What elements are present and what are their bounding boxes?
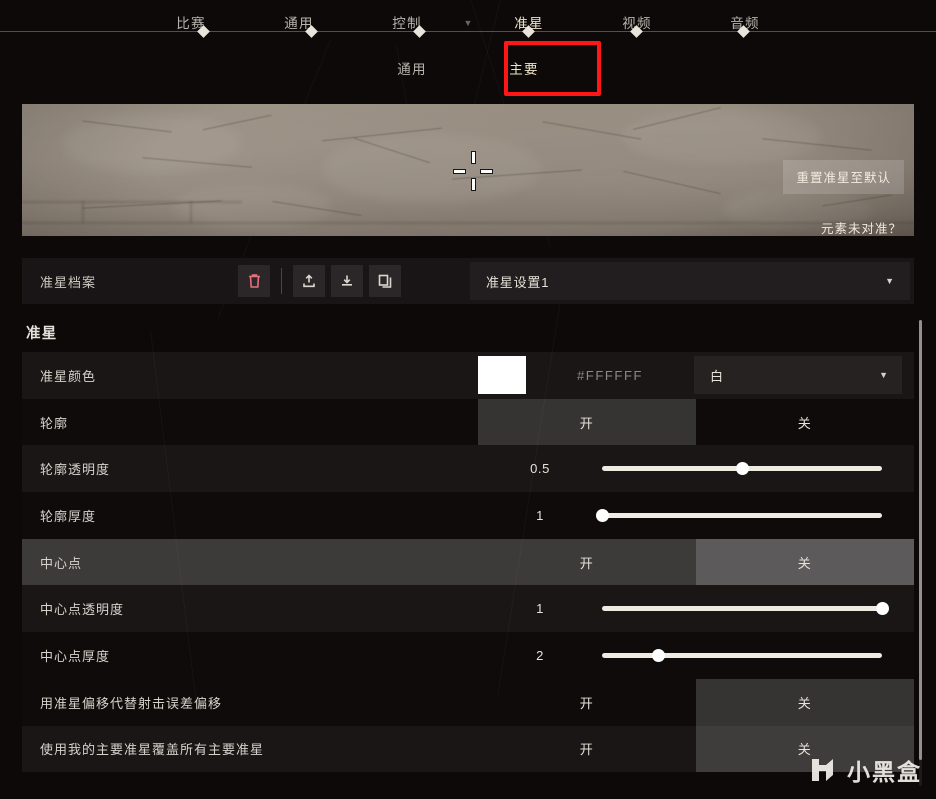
slider-knob-outline-opacity[interactable]	[735, 462, 749, 476]
slider-wrap-center-dot-thickness: 2	[478, 632, 914, 679]
row-control-outline-opacity: 0.5	[478, 445, 914, 492]
settings-row-list: 准星颜色 #FFFFFF 白 ▼ 轮廓开关轮廓透明度 0.5 轮廓厚度 1 中心点开关中心点透明…	[22, 352, 914, 773]
main-tab-match[interactable]: 比赛	[137, 8, 245, 32]
color-preset-value: 白	[710, 368, 724, 384]
download-icon	[342, 275, 352, 286]
delete-profile-button[interactable]	[238, 265, 270, 297]
slider-wrap-outline-thickness: 1	[478, 492, 914, 539]
section-title: 准星	[26, 326, 58, 342]
elements-misaligned-link[interactable]: 元素未对准？	[821, 218, 902, 236]
settings-row-outline-thickness: 轮廓厚度 1	[22, 492, 914, 539]
slider-outline-opacity[interactable]	[602, 459, 882, 479]
export-profile-button[interactable]	[331, 265, 363, 297]
toggle-on-override-firing-error-offset[interactable]: 开	[478, 679, 696, 726]
trash-icon	[248, 274, 260, 288]
crosshair-profile-select[interactable]: 准星设置1 ▼	[470, 262, 910, 300]
row-label-outlines: 轮廓	[40, 415, 69, 431]
row-label-center-dot: 中心点	[40, 555, 83, 571]
crosshair-profile-bar: 准星档案 准星设置1 ▼	[22, 258, 914, 304]
slider-track-outline-thickness	[602, 512, 882, 518]
copy-icon	[378, 274, 392, 288]
settings-row-override-all-primary-crosshairs: 使用我的主要准星覆盖所有主要准星开关	[22, 725, 914, 773]
toggle-outlines: 开关	[478, 398, 914, 446]
chevron-down-icon: ▼	[463, 18, 473, 28]
action-divider	[281, 268, 282, 294]
row-control-outline-thickness: 1	[478, 492, 914, 539]
slider-value-outline-opacity: 0.5	[530, 461, 550, 477]
slider-value-center-dot-thickness: 2	[536, 647, 544, 663]
watermark: 小黑盒	[806, 753, 922, 787]
chevron-down-icon: ▼	[885, 276, 894, 286]
slider-value-center-dot-opacity: 1	[536, 601, 544, 617]
valorant-settings-screen: 比赛 通用 控制 ▼ 准星 视频 音频 通用 主要 重置准星至默认 元素未对准？…	[0, 0, 936, 799]
slider-wrap-outline-opacity: 0.5	[478, 445, 914, 492]
row-label-override-firing-error-offset: 用准星偏移代替射击误差偏移	[40, 695, 223, 711]
slider-outline-thickness[interactable]	[595, 505, 882, 525]
duplicate-profile-button[interactable]	[369, 265, 401, 297]
crosshair-profile-selected-value: 准星设置1	[486, 274, 550, 290]
color-preset-select[interactable]: 白 ▼	[694, 356, 902, 395]
toggle-override-firing-error-offset: 开关	[478, 678, 914, 726]
slider-center-dot-opacity[interactable]	[602, 599, 889, 619]
toggle-on-outlines[interactable]: 开	[478, 398, 696, 446]
settings-row-crosshair-color: 准星颜色 #FFFFFF 白 ▼	[22, 352, 914, 399]
settings-row-center-dot-opacity: 中心点透明度 1	[22, 585, 914, 633]
color-swatch[interactable]	[478, 356, 526, 395]
settings-scrollbar[interactable]	[919, 320, 922, 786]
crosshair-segment-right	[480, 169, 493, 174]
row-control-override-firing-error-offset: 开关	[478, 678, 914, 726]
crosshair-icon	[453, 151, 493, 191]
toggle-on-override-all-primary-crosshairs[interactable]: 开	[478, 726, 696, 773]
slider-knob-outline-thickness[interactable]	[595, 508, 609, 522]
main-tab-controls[interactable]: 控制	[353, 8, 461, 32]
settings-row-center-dot: 中心点 开关	[22, 538, 914, 586]
toggle-on-center-dot[interactable]: 开	[478, 539, 696, 586]
toggle-off-override-firing-error-offset[interactable]: 关	[696, 678, 914, 726]
slider-knob-center-dot-thickness[interactable]	[651, 648, 665, 662]
settings-row-center-dot-thickness: 中心点厚度 2	[22, 632, 914, 679]
color-wrap-crosshair-color: #FFFFFF 白 ▼	[478, 352, 914, 399]
settings-row-outlines: 轮廓 开关	[22, 398, 914, 446]
crosshair-profile-actions	[238, 265, 401, 297]
settings-row-outline-opacity: 轮廓透明度 0.5	[22, 445, 914, 493]
row-control-crosshair-color: #FFFFFF 白 ▼	[478, 352, 914, 399]
row-label-outline-opacity: 轮廓透明度	[40, 462, 111, 478]
sub-tab-general[interactable]: 通用	[356, 58, 468, 78]
row-label-crosshair-color: 准星颜色	[40, 368, 97, 384]
slider-wrap-center-dot-opacity: 1	[478, 585, 914, 632]
sub-nav: 通用 主要	[0, 42, 936, 94]
row-label-outline-thickness: 轮廓厚度	[40, 508, 97, 524]
crosshair-segment-down	[471, 178, 476, 191]
toggle-off-center-dot[interactable]: 关	[696, 538, 914, 586]
reset-crosshair-button[interactable]: 重置准星至默认	[783, 160, 904, 194]
row-control-center-dot-thickness: 2	[478, 632, 914, 679]
color-hex-input[interactable]: #FFFFFF	[526, 368, 694, 383]
row-control-center-dot-opacity: 1	[478, 585, 914, 632]
row-label-override-all-primary-crosshairs: 使用我的主要准星覆盖所有主要准星	[40, 742, 265, 758]
upload-icon	[303, 274, 315, 288]
row-label-center-dot-opacity: 中心点透明度	[40, 602, 125, 618]
slider-knob-center-dot-opacity[interactable]	[875, 602, 889, 616]
toggle-center-dot: 开关	[478, 538, 914, 586]
xiaoheihe-logo-icon	[812, 759, 833, 781]
slider-track-center-dot-thickness	[602, 652, 882, 658]
slider-center-dot-thickness[interactable]	[602, 645, 882, 665]
toggle-off-outlines[interactable]: 关	[696, 399, 914, 446]
watermark-text: 小黑盒	[847, 759, 922, 785]
slider-value-outline-thickness: 1	[536, 507, 544, 523]
crosshair-segment-up	[471, 151, 476, 164]
row-label-center-dot-thickness: 中心点厚度	[40, 648, 111, 664]
main-nav: 比赛 通用 控制 ▼ 准星 视频 音频	[0, 0, 936, 40]
slider-track-center-dot-opacity	[602, 606, 882, 612]
crosshair-segment-left	[453, 169, 466, 174]
chevron-down-icon: ▼	[879, 370, 888, 381]
settings-scrollbar-thumb[interactable]	[919, 320, 922, 760]
row-control-center-dot: 开关	[478, 538, 914, 586]
main-tab-general[interactable]: 通用	[245, 8, 353, 32]
import-profile-button[interactable]	[293, 265, 325, 297]
row-control-outlines: 开关	[478, 398, 914, 446]
settings-row-override-firing-error-offset: 用准星偏移代替射击误差偏移 开关	[22, 678, 914, 726]
sub-tab-primary[interactable]: 主要	[468, 58, 580, 78]
crosshair-profile-label: 准星档案	[40, 274, 97, 290]
